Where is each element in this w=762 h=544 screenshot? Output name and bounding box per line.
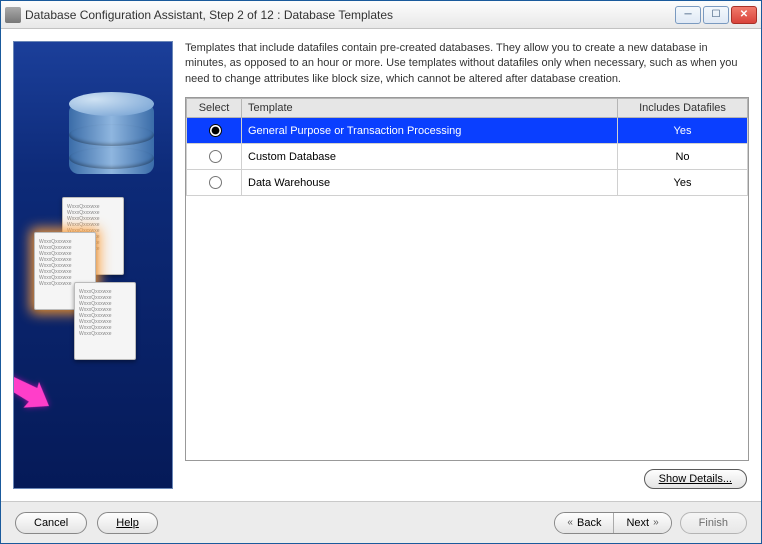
app-icon bbox=[5, 7, 21, 23]
template-radio[interactable] bbox=[209, 124, 222, 137]
table-row[interactable]: Custom Database No bbox=[187, 144, 748, 170]
template-name: General Purpose or Transaction Processin… bbox=[242, 118, 618, 144]
minimize-button[interactable]: ─ bbox=[675, 6, 701, 24]
template-radio[interactable] bbox=[209, 150, 222, 163]
window-controls: ─ ☐ ✕ bbox=[675, 6, 757, 24]
close-button[interactable]: ✕ bbox=[731, 6, 757, 24]
template-includes: Yes bbox=[618, 118, 748, 144]
help-button[interactable]: Help bbox=[97, 512, 158, 534]
nav-group: « Back Next » bbox=[554, 512, 671, 534]
table-row[interactable]: General Purpose or Transaction Processin… bbox=[187, 118, 748, 144]
main-panel: Templates that include datafiles contain… bbox=[185, 41, 749, 489]
header-includes: Includes Datafiles bbox=[618, 99, 748, 118]
wizard-image: WxxxQxxxwxeWxxxQxxxwxeWxxxQxxxwxeWxxxQxx… bbox=[13, 41, 173, 489]
template-includes: No bbox=[618, 144, 748, 170]
document-icon: WxxxQxxxwxeWxxxQxxxwxeWxxxQxxxwxeWxxxQxx… bbox=[74, 282, 136, 360]
header-template: Template bbox=[242, 99, 618, 118]
template-table: Select Template Includes Datafiles Gener… bbox=[185, 97, 749, 461]
dbca-window: Database Configuration Assistant, Step 2… bbox=[0, 0, 762, 544]
show-details-button[interactable]: Show Details... bbox=[644, 469, 747, 489]
header-select: Select bbox=[187, 99, 242, 118]
database-icon bbox=[69, 92, 154, 187]
next-button[interactable]: Next » bbox=[613, 513, 670, 533]
template-name: Custom Database bbox=[242, 144, 618, 170]
chevron-left-icon: « bbox=[567, 517, 573, 528]
table-row[interactable]: Data Warehouse Yes bbox=[187, 170, 748, 196]
template-name: Data Warehouse bbox=[242, 170, 618, 196]
cancel-button[interactable]: Cancel bbox=[15, 512, 87, 534]
description-text: Templates that include datafiles contain… bbox=[185, 41, 749, 87]
template-radio[interactable] bbox=[209, 176, 222, 189]
footer: Cancel Help « Back Next » Finish bbox=[1, 501, 761, 543]
titlebar: Database Configuration Assistant, Step 2… bbox=[1, 1, 761, 29]
window-title: Database Configuration Assistant, Step 2… bbox=[25, 8, 675, 22]
finish-button: Finish bbox=[680, 512, 747, 534]
content-area: WxxxQxxxwxeWxxxQxxxwxeWxxxQxxxwxeWxxxQxx… bbox=[1, 29, 761, 501]
chevron-right-icon: » bbox=[653, 517, 659, 528]
back-button[interactable]: « Back bbox=[555, 513, 613, 533]
maximize-button[interactable]: ☐ bbox=[703, 6, 729, 24]
template-includes: Yes bbox=[618, 170, 748, 196]
